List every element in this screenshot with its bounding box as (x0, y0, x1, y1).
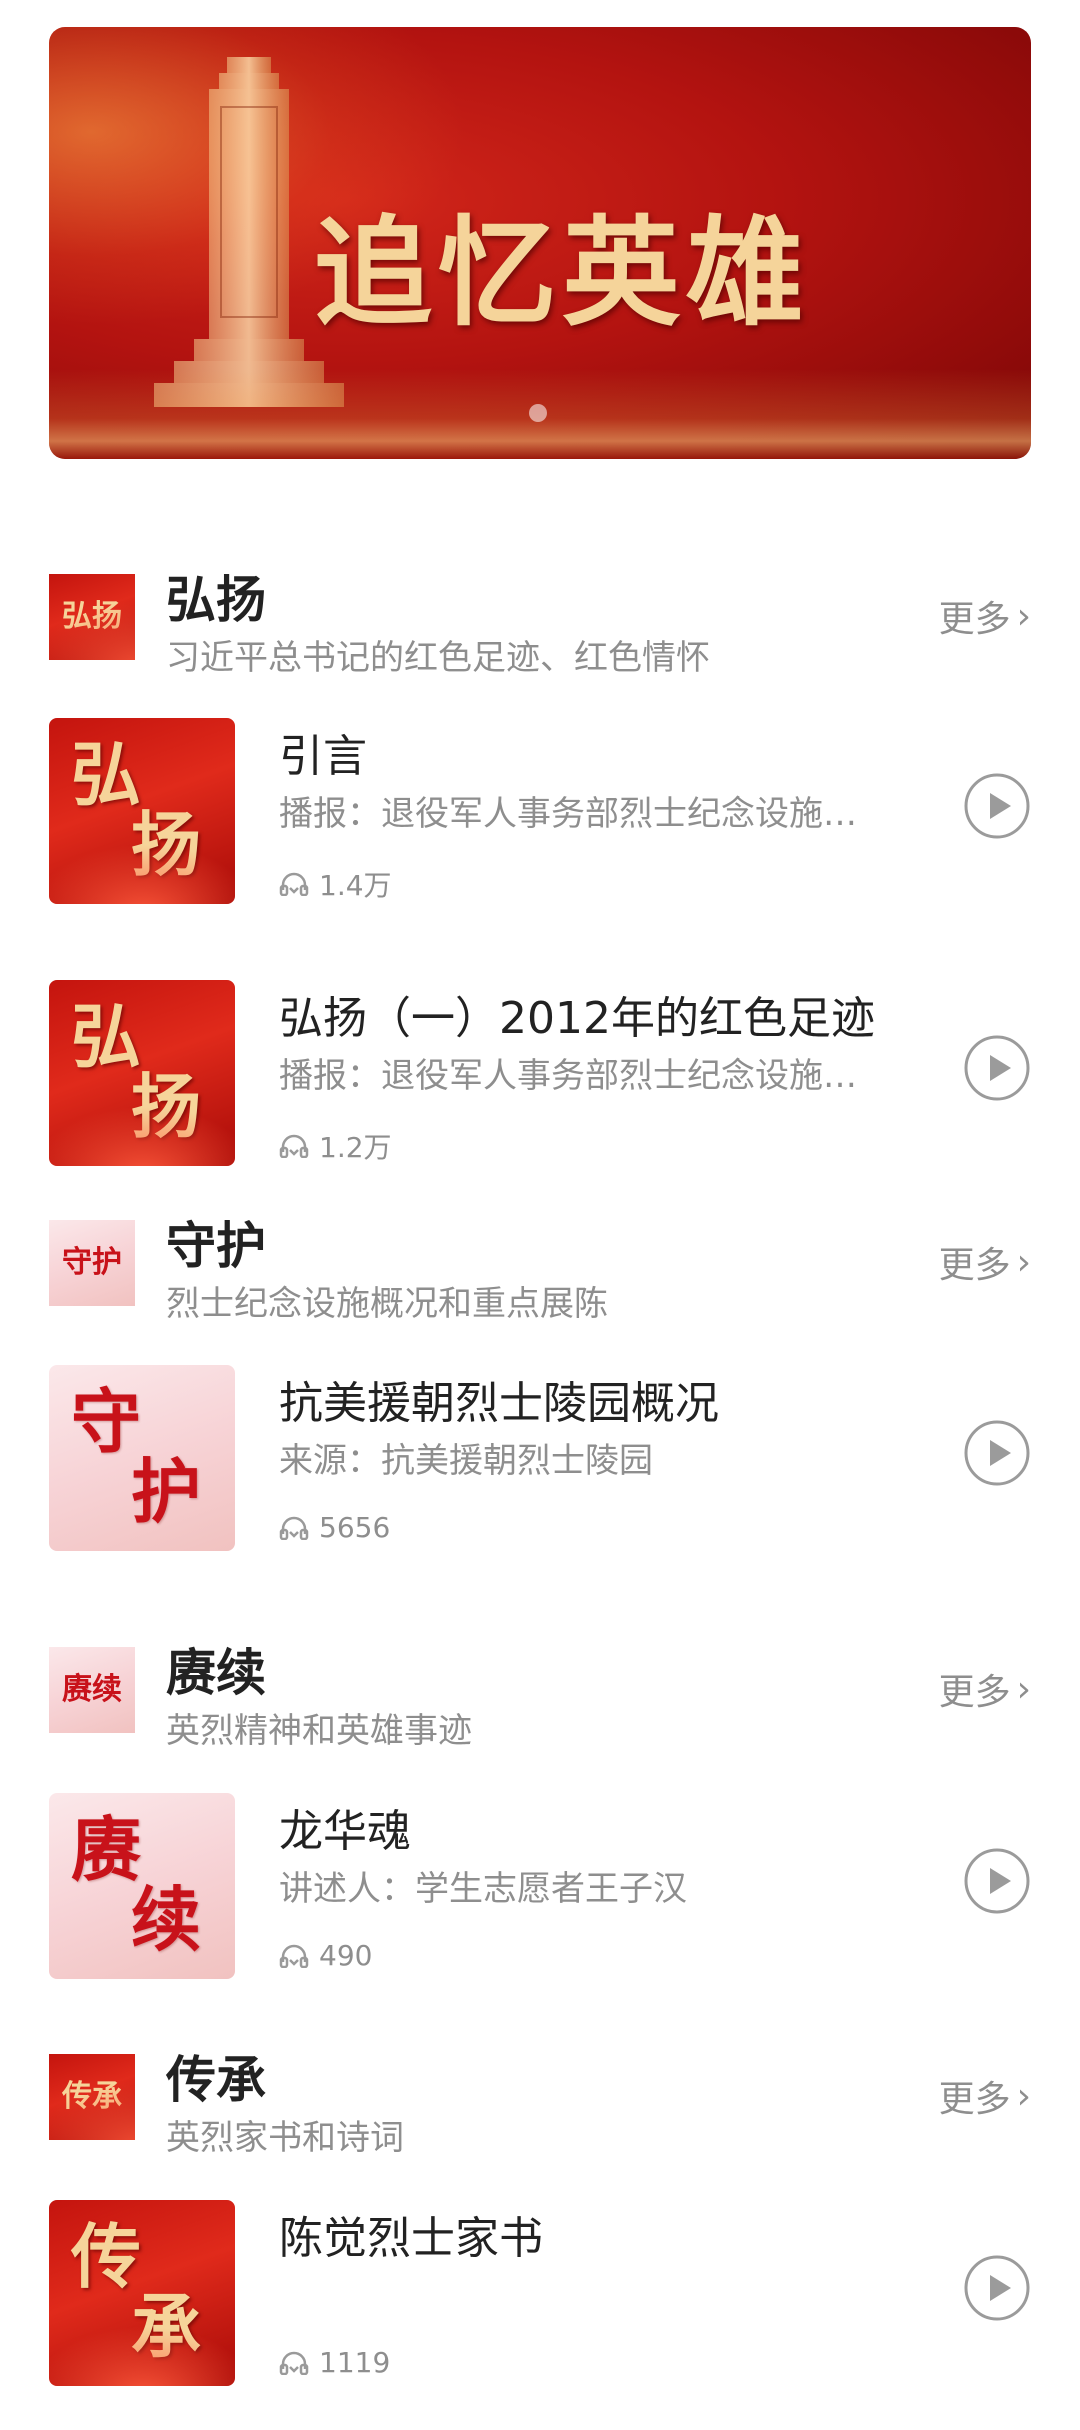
carousel-indicator[interactable] (529, 404, 547, 422)
cover-char: 弘 (71, 733, 141, 816)
play-count: 490 (279, 1939, 372, 1972)
play-icon[interactable] (963, 2254, 1031, 2322)
section-thumb-text: 赓续 (62, 1672, 122, 1707)
section-thumb: 守护 (49, 1220, 135, 1306)
more-label: 更多 (938, 2079, 1011, 2120)
cover-char: 扬 (131, 1065, 201, 1148)
headphones-icon (279, 1134, 309, 1158)
item-cover: 弘 扬 (49, 980, 235, 1166)
item-title: 龙华魂 (279, 1806, 411, 1857)
play-count: 1.4万 (279, 864, 392, 904)
hero-banner[interactable]: 追忆英雄 (49, 27, 1031, 459)
item-title: 弘扬（一）2012年的红色足迹 (279, 993, 875, 1044)
banner-title: 追忆英雄 (314, 203, 811, 342)
item-cover: 守 护 (49, 1365, 235, 1551)
more-label: 更多 (938, 1245, 1011, 1286)
page: 追忆英雄 弘扬 弘扬 习近平总书记的红色足迹、红色情怀 更多 › 弘 扬 引言 … (0, 0, 1080, 2430)
headphones-icon (279, 1944, 309, 1968)
more-label: 更多 (938, 1672, 1011, 1713)
section-subtitle: 烈士纪念设施概况和重点展陈 (166, 1284, 608, 1324)
play-count-value: 1119 (319, 2346, 391, 2379)
cover-char: 续 (131, 1878, 201, 1961)
cover-char: 弘 (71, 995, 141, 1078)
chevron-right-icon: › (1016, 2075, 1031, 2117)
headphones-icon (279, 1516, 309, 1540)
play-count-value: 1.4万 (319, 869, 392, 902)
section-title: 赓续 (166, 1644, 266, 1702)
item-desc: 讲述人：学生志愿者王子汉 (279, 1869, 687, 1909)
cover-char: 赓 (71, 1808, 141, 1891)
play-count: 1.2万 (279, 1126, 392, 1166)
more-label: 更多 (938, 599, 1011, 640)
list-item[interactable]: 守 护 抗美援朝烈士陵园概况 来源：抗美援朝烈士陵园 5656 (49, 1365, 1031, 1555)
section-header-shouhu: 守护 守护 烈士纪念设施概况和重点展陈 更多 › (49, 1206, 1031, 1324)
item-title: 引言 (279, 731, 367, 782)
section-thumb-text: 弘扬 (62, 599, 122, 634)
section-header-gengxu: 赓续 赓续 英烈精神和英雄事迹 更多 › (49, 1633, 1031, 1751)
item-desc: 播报：退役军人事务部烈士纪念设施… (279, 794, 857, 834)
section-title: 传承 (166, 2051, 266, 2109)
section-thumb-text: 传承 (62, 2079, 122, 2114)
item-cover: 传 承 (49, 2200, 235, 2386)
cover-char: 扬 (131, 803, 201, 886)
headphones-icon (279, 2351, 309, 2375)
item-cover: 赓 续 (49, 1793, 235, 1979)
headphones-icon (279, 872, 309, 896)
chevron-right-icon: › (1016, 595, 1031, 637)
play-icon[interactable] (963, 1847, 1031, 1915)
section-header-hongyang: 弘扬 弘扬 习近平总书记的红色足迹、红色情怀 更多 › (49, 560, 1031, 678)
play-icon[interactable] (963, 1419, 1031, 1487)
cover-char: 护 (131, 1450, 201, 1533)
cover-char: 传 (71, 2215, 141, 2298)
section-thumb: 弘扬 (49, 574, 135, 660)
play-count-value: 5656 (319, 1511, 391, 1544)
section-thumb-text: 守护 (62, 1245, 122, 1280)
more-link[interactable]: 更多 › (939, 1236, 1031, 1288)
play-icon[interactable] (963, 1034, 1031, 1102)
play-count: 5656 (279, 1511, 390, 1544)
cover-char: 守 (71, 1380, 141, 1463)
section-thumb: 传承 (49, 2054, 135, 2140)
section-subtitle: 英烈家书和诗词 (166, 2118, 404, 2158)
section-title: 守护 (166, 1217, 266, 1275)
item-title: 抗美援朝烈士陵园概况 (279, 1378, 719, 1429)
list-item[interactable]: 传 承 陈觉烈士家书 1119 (49, 2200, 1031, 2390)
cover-char: 承 (131, 2285, 201, 2368)
chevron-right-icon: › (1016, 1241, 1031, 1283)
more-link[interactable]: 更多 › (939, 590, 1031, 642)
list-item[interactable]: 赓 续 龙华魂 讲述人：学生志愿者王子汉 490 (49, 1793, 1031, 1983)
chevron-right-icon: › (1016, 1668, 1031, 1710)
item-cover: 弘 扬 (49, 718, 235, 904)
item-desc: 来源：抗美援朝烈士陵园 (279, 1441, 653, 1481)
section-title: 弘扬 (166, 571, 266, 629)
list-item[interactable]: 弘 扬 引言 播报：退役军人事务部烈士纪念设施… 1.4万 (49, 718, 1031, 908)
section-thumb: 赓续 (49, 1647, 135, 1733)
item-title: 陈觉烈士家书 (279, 2213, 543, 2264)
play-count-value: 1.2万 (319, 1131, 392, 1164)
list-item[interactable]: 弘 扬 弘扬（一）2012年的红色足迹 播报：退役军人事务部烈士纪念设施… 1.… (49, 980, 1031, 1170)
item-desc: 播报：退役军人事务部烈士纪念设施… (279, 1056, 857, 1096)
more-link[interactable]: 更多 › (939, 2070, 1031, 2122)
section-header-chuancheng: 传承 传承 英烈家书和诗词 更多 › (49, 2040, 1031, 2158)
section-subtitle: 习近平总书记的红色足迹、红色情怀 (166, 638, 710, 678)
play-count: 1119 (279, 2346, 390, 2379)
play-icon[interactable] (963, 772, 1031, 840)
play-count-value: 490 (319, 1939, 373, 1972)
section-subtitle: 英烈精神和英雄事迹 (166, 1711, 472, 1751)
more-link[interactable]: 更多 › (939, 1663, 1031, 1715)
